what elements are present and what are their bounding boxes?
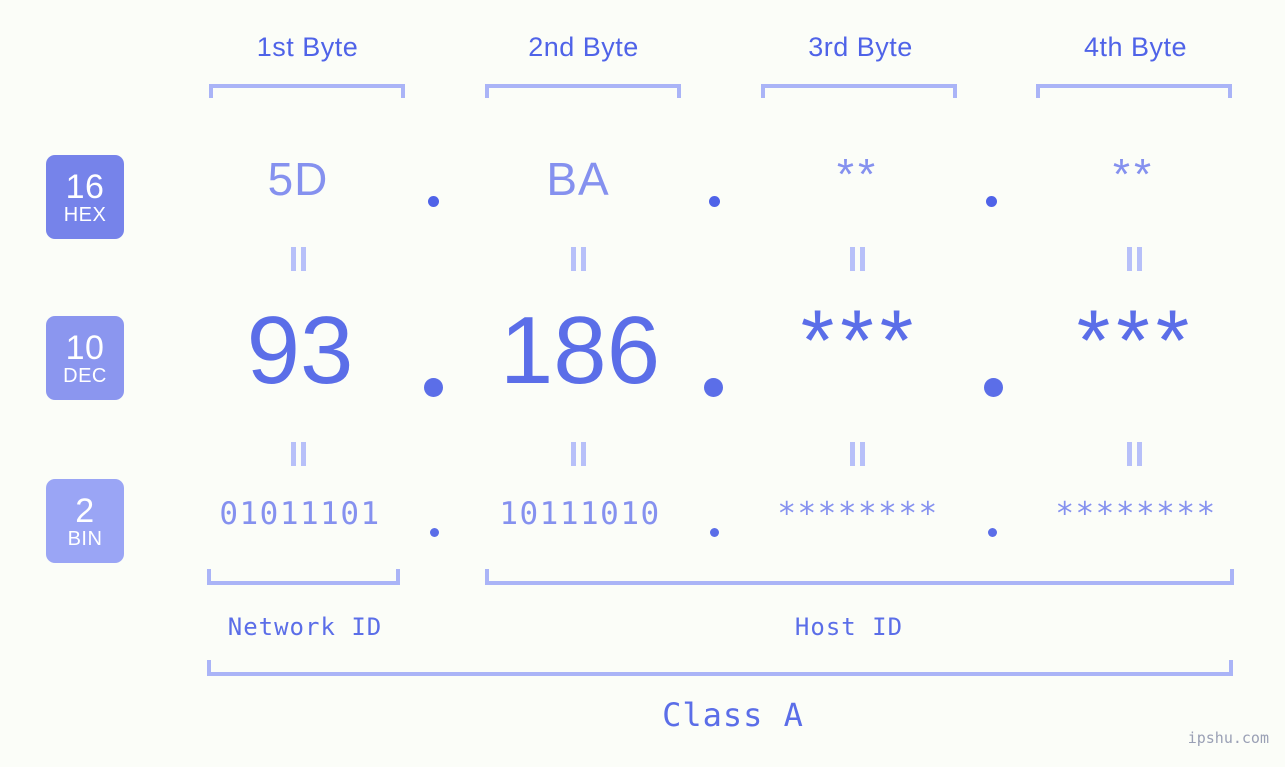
byte-header-2: 2nd Byte [528,32,639,62]
byte-header-1: 1st Byte [256,32,359,62]
equals-marker-hex-dec-4 [1126,247,1143,271]
byte-bracket-top-3 [761,84,957,98]
base-badge-hex-number: 16 [65,167,105,206]
hex-byte-2: BA [546,153,610,205]
dec-byte-3: *** [800,293,920,389]
bin-separator-2 [710,528,719,537]
dec-separator-2 [704,378,723,397]
hex-separator-1 [428,196,439,207]
dec-byte-1: 93 [246,297,354,404]
bin-byte-4: ******** [1055,496,1217,532]
equals-marker-hex-dec-2 [570,247,587,271]
equals-marker-hex-dec-1 [290,247,307,271]
class-label: Class A [662,696,804,734]
base-badge-dec-name: DEC [63,364,107,387]
byte-bracket-top-2 [485,84,681,98]
equals-marker-dec-bin-4 [1126,442,1143,466]
site-watermark: ipshu.com [1187,729,1269,747]
hex-separator-3 [986,196,997,207]
bin-separator-1 [430,528,439,537]
host-id-bracket-top [485,569,1234,585]
base-badge-bin: 2 BIN [46,479,124,563]
hex-separator-2 [709,196,720,207]
hex-byte-4: ** [1112,150,1156,199]
dec-separator-1 [424,378,443,397]
hex-byte-3: ** [836,150,880,199]
byte-bracket-top-1 [209,84,405,98]
bin-byte-1: 01011101 [219,496,381,532]
equals-marker-dec-bin-2 [570,442,587,466]
hex-byte-1: 5D [267,153,329,205]
equals-marker-dec-bin-3 [849,442,866,466]
class-bracket [207,660,1233,676]
dec-byte-4: *** [1076,293,1196,389]
base-badge-bin-name: BIN [67,527,103,550]
dec-byte-2: 186 [499,297,661,404]
byte-header-4: 4th Byte [1083,32,1188,62]
base-badge-hex-name: HEX [63,203,107,226]
base-badge-bin-number: 2 [75,491,95,530]
dec-separator-3 [984,378,1003,397]
byte-bracket-top-4 [1036,84,1232,98]
host-id-label: Host ID [794,613,904,641]
bin-byte-2: 10111010 [499,496,661,532]
bin-byte-3: ******** [777,496,939,532]
network-id-label: Network ID [227,613,383,641]
network-id-bracket-top [207,569,400,585]
equals-marker-hex-dec-3 [849,247,866,271]
base-badge-dec-number: 10 [65,328,105,367]
bin-separator-3 [988,528,997,537]
byte-header-3: 3rd Byte [808,32,913,62]
base-badge-hex: 16 HEX [46,155,124,239]
base-badge-dec: 10 DEC [46,316,124,400]
ip-address-breakdown-diagram: 1st Byte 2nd Byte 3rd Byte 4th Byte 16 H… [0,0,1285,767]
equals-marker-dec-bin-1 [290,442,307,466]
